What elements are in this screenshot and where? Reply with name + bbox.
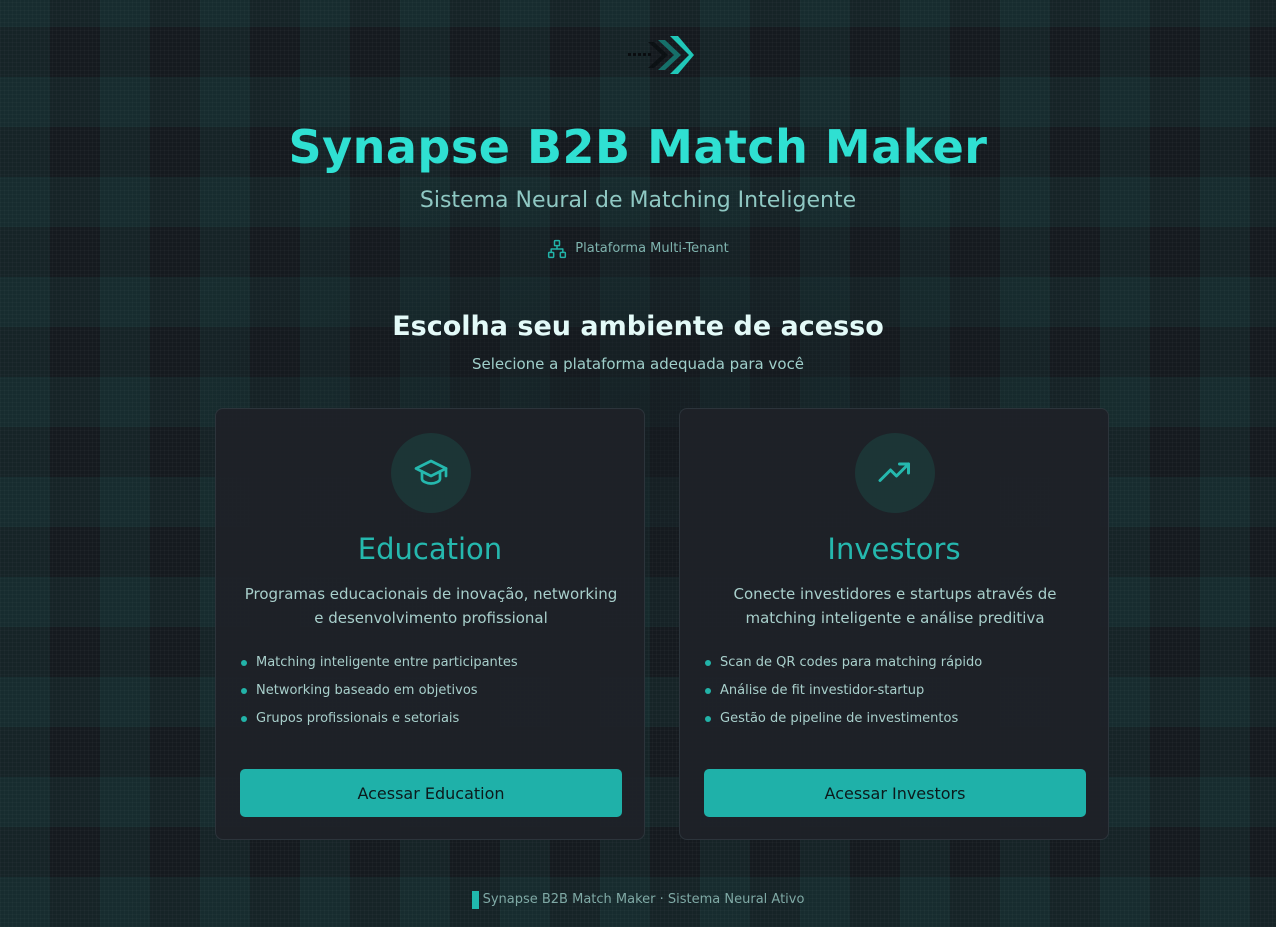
section-subtitle: Selecione a plataforma adequada para voc…	[471, 355, 805, 373]
tenant-badge-label: Plataforma Multi-Tenant	[575, 241, 729, 256]
app-subtitle: Sistema Neural de Matching Inteligente	[419, 188, 857, 213]
investors-feature-list: Scan de QR codes para matching rápido An…	[704, 652, 1084, 736]
education-icon-circle	[391, 433, 471, 513]
graduation-cap-icon	[414, 459, 448, 485]
bullet-dot	[241, 660, 247, 666]
feature-text: Scan de QR codes para matching rápido	[720, 655, 983, 670]
bullet-dot	[705, 688, 711, 694]
arrow-forward-logo-icon	[628, 36, 694, 74]
app-title: Synapse B2B Match Maker	[288, 120, 988, 174]
education-title: Education	[357, 532, 503, 566]
bullet-dot	[705, 716, 711, 722]
investors-title: Investors	[827, 532, 961, 566]
feature-text: Gestão de pipeline de investimentos	[720, 711, 959, 726]
feature-text: Matching inteligente entre participantes	[256, 655, 518, 670]
status-indicator	[471, 891, 479, 909]
feature-text: Grupos profissionais e setoriais	[256, 711, 460, 726]
feature-item: Grupos profissionais e setoriais	[240, 708, 620, 736]
feature-item: Gestão de pipeline de investimentos	[704, 708, 1084, 736]
investors-icon-circle	[855, 433, 935, 513]
bullet-dot	[241, 688, 247, 694]
tenant-badge: Plataforma Multi-Tenant	[0, 239, 1276, 259]
feature-item: Networking baseado em objetivos	[240, 680, 620, 708]
feature-text: Networking baseado em objetivos	[256, 683, 478, 698]
education-card: Education Programas educacionais de inov…	[215, 408, 645, 840]
education-description: Programas educacionais de inovação, netw…	[244, 585, 618, 627]
access-investors-button[interactable]: Acessar Investors	[704, 769, 1086, 817]
investors-description: Conecte investidores e startups através …	[733, 585, 1057, 627]
access-education-button[interactable]: Acessar Education	[240, 769, 622, 817]
feature-text: Análise de fit investidor-startup	[720, 683, 925, 698]
trending-up-icon	[878, 462, 910, 482]
footer-text: Synapse B2B Match Maker · Sistema Neural…	[482, 892, 805, 907]
feature-item: Análise de fit investidor-startup	[704, 680, 1084, 708]
section-title: Escolha seu ambiente de acesso	[392, 311, 884, 342]
feature-item: Scan de QR codes para matching rápido	[704, 652, 1084, 680]
footer: Synapse B2B Match Maker · Sistema Neural…	[0, 890, 1276, 910]
investors-card: Investors Conecte investidores e startup…	[679, 408, 1109, 840]
feature-item: Matching inteligente entre participantes	[240, 652, 620, 680]
network-tree-icon	[548, 239, 567, 259]
bullet-dot	[705, 660, 711, 666]
bullet-dot	[241, 716, 247, 722]
education-feature-list: Matching inteligente entre participantes…	[240, 652, 620, 736]
